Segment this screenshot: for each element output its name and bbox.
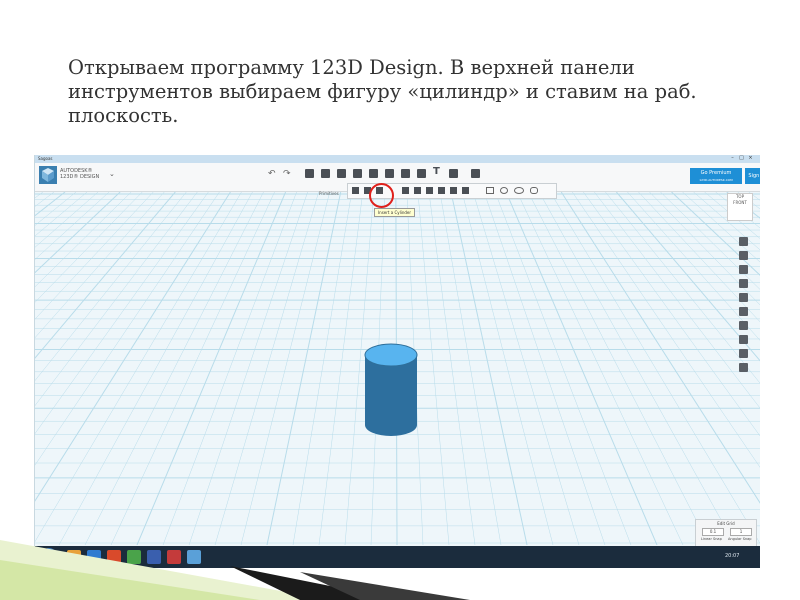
construct-tool-icon[interactable] <box>337 169 346 178</box>
maximize-icon[interactable]: □ <box>738 156 745 161</box>
minimize-icon[interactable]: – <box>729 156 736 161</box>
snap-grid-icon[interactable] <box>739 363 748 372</box>
app-menu-chevron-icon[interactable]: ⌄ <box>109 170 115 178</box>
cylinder-top <box>364 343 418 367</box>
grouping-tool-icon[interactable] <box>385 169 394 178</box>
prism-primitive-icon[interactable] <box>438 187 445 194</box>
camera-icon[interactable] <box>739 335 748 344</box>
app-brand: AUTODESK® 123D® DESIGN <box>60 168 99 180</box>
pan-icon[interactable] <box>739 237 748 246</box>
cone-primitive-icon[interactable] <box>402 187 409 194</box>
material-view-icon[interactable] <box>739 321 748 330</box>
perspective-icon[interactable] <box>739 293 748 302</box>
zoom-icon[interactable] <box>739 265 748 274</box>
fit-icon[interactable] <box>739 279 748 288</box>
brand-line-2: 123D® DESIGN <box>60 174 100 180</box>
hemisphere-primitive-icon[interactable] <box>462 187 469 194</box>
ellipse-shape-icon[interactable] <box>514 187 524 194</box>
polygon-shape-icon[interactable] <box>530 187 538 194</box>
redo-icon[interactable]: ↷ <box>283 169 291 179</box>
go-premium-label: Go Premium <box>700 170 732 176</box>
window-title: Sagoas <box>38 156 53 161</box>
sign-in-button[interactable]: Sign In <box>745 168 760 184</box>
slide-decoration <box>0 540 470 600</box>
go-premium-button[interactable]: Go Premium 123D.AUTODESK.COM <box>690 168 742 184</box>
modify-tool-icon[interactable] <box>353 169 362 178</box>
view-cube[interactable]: TOP FRONT <box>727 193 753 221</box>
window-titlebar: Sagoas – □ × <box>35 155 760 163</box>
material-tool-icon[interactable] <box>471 169 480 178</box>
orbit-icon[interactable] <box>739 251 748 260</box>
undo-icon[interactable]: ↶ <box>268 169 276 179</box>
outline-icon[interactable] <box>739 349 748 358</box>
viewcube-front-label: FRONT <box>733 200 747 205</box>
snap-tool-icon[interactable] <box>449 169 458 178</box>
wedge-primitive-icon[interactable] <box>426 187 433 194</box>
box-primitive-icon[interactable] <box>352 187 359 194</box>
combine-tool-icon[interactable] <box>401 169 410 178</box>
close-icon[interactable]: × <box>747 156 754 161</box>
cylinder-tooltip: Insert a Cylinder <box>374 208 416 217</box>
circle-shape-icon[interactable] <box>500 187 508 194</box>
sketch-tool-icon[interactable] <box>321 169 330 178</box>
primitives-label: Primitives <box>319 191 339 196</box>
rectangle-shape-icon[interactable] <box>486 187 494 194</box>
measure-tool-icon[interactable] <box>417 169 426 178</box>
torus-primitive-icon[interactable] <box>414 187 421 194</box>
slide-caption: Открываем программу 123D Design. В верхн… <box>68 56 697 127</box>
app-logo-icon[interactable] <box>39 166 57 184</box>
pattern-tool-icon[interactable] <box>369 169 378 178</box>
pyramid-primitive-icon[interactable] <box>450 187 457 194</box>
visibility-icon[interactable] <box>739 307 748 316</box>
highlight-circle <box>369 183 394 208</box>
text-tool-icon[interactable]: T <box>433 166 440 177</box>
go-premium-sub: 123D.AUTODESK.COM <box>699 178 733 182</box>
primitives-tool-icon[interactable] <box>305 169 314 178</box>
cylinder-side <box>365 355 417 436</box>
